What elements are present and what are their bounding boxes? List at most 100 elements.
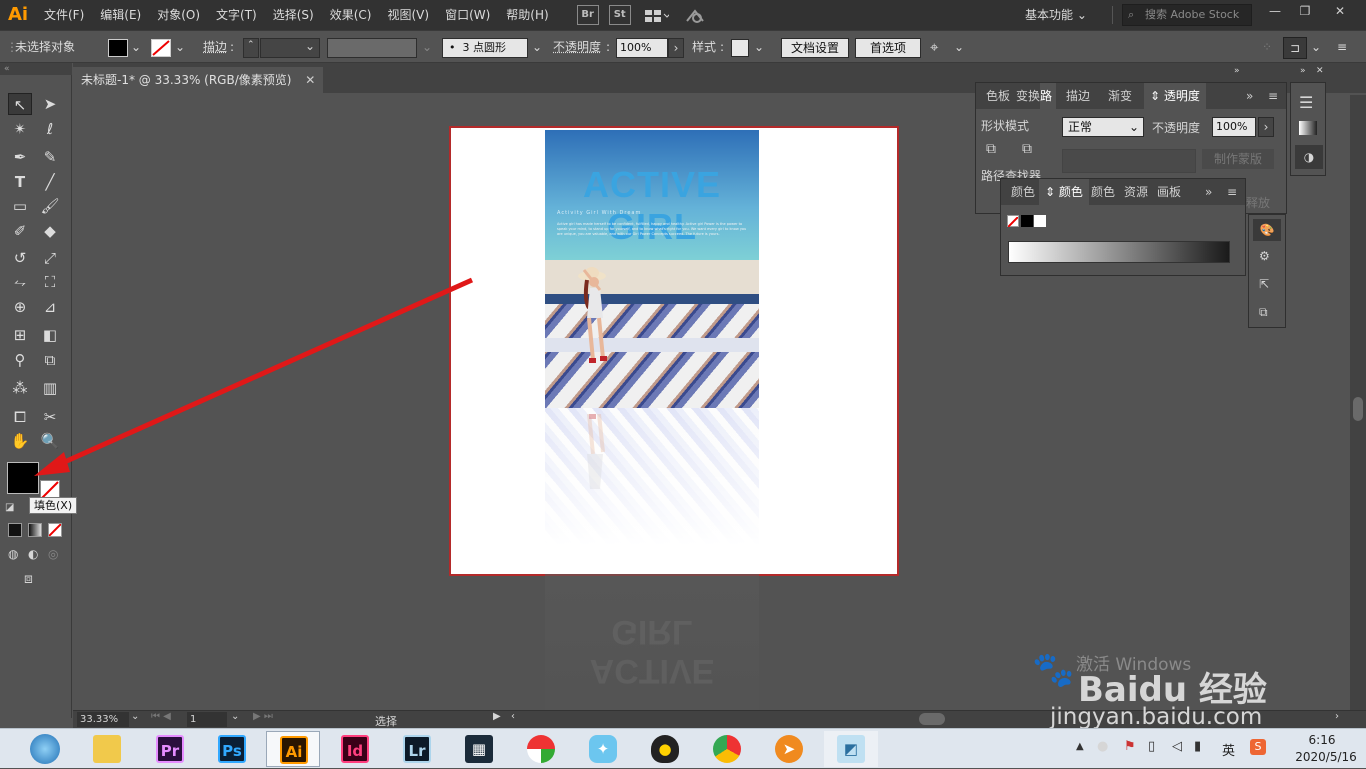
- close-icon[interactable]: ✕: [305, 73, 315, 87]
- collapse-icon[interactable]: »: [1246, 83, 1253, 109]
- tray-volume-icon[interactable]: ◁: [1172, 739, 1182, 754]
- default-colors-icon[interactable]: ◪: [5, 502, 14, 513]
- arrange-icon[interactable]: ⊐: [1283, 37, 1307, 59]
- artboards-icon[interactable]: ⧉: [1259, 305, 1268, 320]
- tray-time[interactable]: 6:16: [1296, 733, 1348, 747]
- tab-color-guide[interactable]: 颜色: [1091, 179, 1115, 205]
- collapse-icon[interactable]: «: [0, 63, 72, 75]
- stroke-weight-stepper[interactable]: ⌃: [243, 38, 259, 58]
- taskbar-lightroom[interactable]: Lr: [390, 731, 444, 767]
- unite-icon[interactable]: ⧉: [986, 141, 996, 157]
- color-palette-icon[interactable]: 🎨: [1253, 219, 1281, 241]
- stroke-label[interactable]: 描边: [203, 31, 227, 64]
- chevron-down-icon[interactable]: ⌄: [131, 711, 139, 722]
- tab-gradient[interactable]: 渐变: [1108, 83, 1132, 109]
- taskbar-bird[interactable]: ✦: [576, 731, 630, 767]
- export-icon[interactable]: ⇱: [1259, 277, 1269, 291]
- fill-color-box[interactable]: [7, 462, 39, 494]
- color-guide-icon[interactable]: ⚙: [1259, 249, 1270, 263]
- scroll-left-icon[interactable]: ‹: [511, 711, 515, 722]
- chevron-down-icon[interactable]: ⌄: [954, 31, 964, 64]
- tray-sogou-icon[interactable]: S: [1250, 739, 1266, 755]
- workspace-switcher[interactable]: 基本功能 ⌄: [1025, 0, 1087, 30]
- tab-transparency[interactable]: ⇕ 透明度: [1144, 83, 1206, 109]
- align-icon[interactable]: ⁘: [1262, 31, 1272, 64]
- stock-search-input[interactable]: ⌕ 搜索 Adobe Stock: [1122, 4, 1252, 26]
- tab-assets[interactable]: 资源: [1124, 179, 1148, 205]
- eraser-tool-icon[interactable]: ◆: [38, 220, 62, 242]
- horizontal-scroll-thumb[interactable]: [919, 713, 945, 725]
- collapse-icon[interactable]: »: [1205, 179, 1212, 205]
- taskbar-media[interactable]: ▦: [452, 731, 506, 767]
- tray-qq-icon[interactable]: ●: [1097, 739, 1108, 754]
- gpu-performance-icon[interactable]: [683, 5, 707, 25]
- graphic-style-swatch[interactable]: [731, 39, 749, 57]
- menu-object[interactable]: 对象(O): [149, 0, 208, 30]
- menu-view[interactable]: 视图(V): [379, 0, 437, 30]
- close-icon[interactable]: ✕: [1316, 66, 1324, 76]
- scale-tool-icon[interactable]: ⤢: [38, 247, 62, 269]
- draw-inside-icon[interactable]: ◎: [48, 547, 58, 561]
- taskbar-illustrator[interactable]: Ai: [266, 731, 320, 767]
- magic-wand-tool-icon[interactable]: ✴: [8, 118, 32, 140]
- start-button[interactable]: [0, 729, 80, 769]
- tab-transform[interactable]: 变换: [1016, 83, 1040, 109]
- slice-tool-icon[interactable]: ✂: [38, 406, 62, 428]
- taskbar-fox[interactable]: ➤: [762, 731, 816, 767]
- transparency-panel-icon[interactable]: ◑: [1295, 145, 1323, 169]
- panel-menu-icon[interactable]: ≡: [1227, 179, 1237, 205]
- stroke-swatch[interactable]: [151, 39, 171, 57]
- curvature-tool-icon[interactable]: ✎: [38, 146, 62, 168]
- brush-definition[interactable]: • 3 点圆形: [442, 38, 528, 58]
- color-mode-icon[interactable]: [8, 523, 22, 537]
- bridge-button[interactable]: Br: [576, 5, 599, 25]
- rotate-tool-icon[interactable]: ↺: [8, 247, 32, 269]
- type-tool-icon[interactable]: T: [8, 171, 32, 193]
- free-transform-tool-icon[interactable]: ⛶: [38, 271, 62, 293]
- tab-pathfinder[interactable]: 路: [1040, 83, 1056, 109]
- zoom-tool-icon[interactable]: 🔍: [38, 430, 62, 452]
- artboard-tool-icon[interactable]: ⧠: [8, 406, 32, 428]
- panel-menu-icon[interactable]: ≡: [1337, 31, 1347, 64]
- opacity-input[interactable]: 100%: [616, 38, 668, 58]
- close-button[interactable]: ✕: [1325, 0, 1355, 22]
- first-page-icon[interactable]: ⏮ ◀: [151, 711, 171, 722]
- blend-tool-icon[interactable]: ⧉: [38, 349, 62, 371]
- taskbar-explorer[interactable]: [80, 731, 134, 767]
- tray-network-icon[interactable]: ▮: [1194, 739, 1201, 754]
- gradient-panel-icon[interactable]: [1299, 121, 1317, 135]
- eyedropper-tool-icon[interactable]: ⚲: [8, 349, 32, 371]
- selection-tool-icon[interactable]: ↖: [8, 93, 32, 115]
- mesh-tool-icon[interactable]: ⊞: [8, 324, 32, 346]
- panel-menu-icon[interactable]: ≡: [1268, 83, 1278, 109]
- taskbar-indesign[interactable]: Id: [328, 731, 382, 767]
- none-mode-icon[interactable]: [48, 523, 62, 537]
- menu-type[interactable]: 文字(T): [208, 0, 265, 30]
- chevron-down-icon[interactable]: ⌄: [231, 711, 239, 722]
- pin-icon[interactable]: ⌖: [930, 31, 938, 64]
- menu-effect[interactable]: 效果(C): [322, 0, 380, 30]
- chevron-down-icon[interactable]: ⌄: [422, 31, 432, 64]
- page-input[interactable]: 1: [187, 712, 227, 727]
- collapse-icon[interactable]: »: [1234, 66, 1240, 76]
- hand-tool-icon[interactable]: ✋: [8, 430, 32, 452]
- release-button[interactable]: 释放: [1246, 194, 1270, 211]
- taskbar-umbrella[interactable]: [514, 731, 568, 767]
- tray-device-icon[interactable]: ▯: [1148, 739, 1155, 754]
- tab-stroke[interactable]: 描边: [1066, 83, 1090, 109]
- draw-behind-icon[interactable]: ◐: [28, 547, 38, 561]
- column-graph-tool-icon[interactable]: ▥: [38, 377, 62, 399]
- color-spectrum[interactable]: [1008, 241, 1230, 263]
- tray-date[interactable]: 2020/5/16: [1292, 750, 1360, 764]
- screen-mode-icon[interactable]: ⧈: [24, 571, 33, 587]
- last-page-icon[interactable]: ▶ ⏭: [253, 711, 273, 722]
- lasso-tool-icon[interactable]: ℓ: [38, 118, 62, 140]
- maximize-button[interactable]: ❐: [1290, 0, 1320, 22]
- stock-button[interactable]: St: [608, 5, 631, 25]
- properties-icon[interactable]: ☰: [1299, 93, 1313, 112]
- direct-selection-tool-icon[interactable]: ➤: [38, 93, 62, 115]
- menu-select[interactable]: 选择(S): [265, 0, 322, 30]
- chevron-down-icon[interactable]: ⌄: [1311, 31, 1321, 64]
- arrange-documents-icon[interactable]: [643, 5, 671, 25]
- perspective-grid-tool-icon[interactable]: ⊿: [38, 296, 62, 318]
